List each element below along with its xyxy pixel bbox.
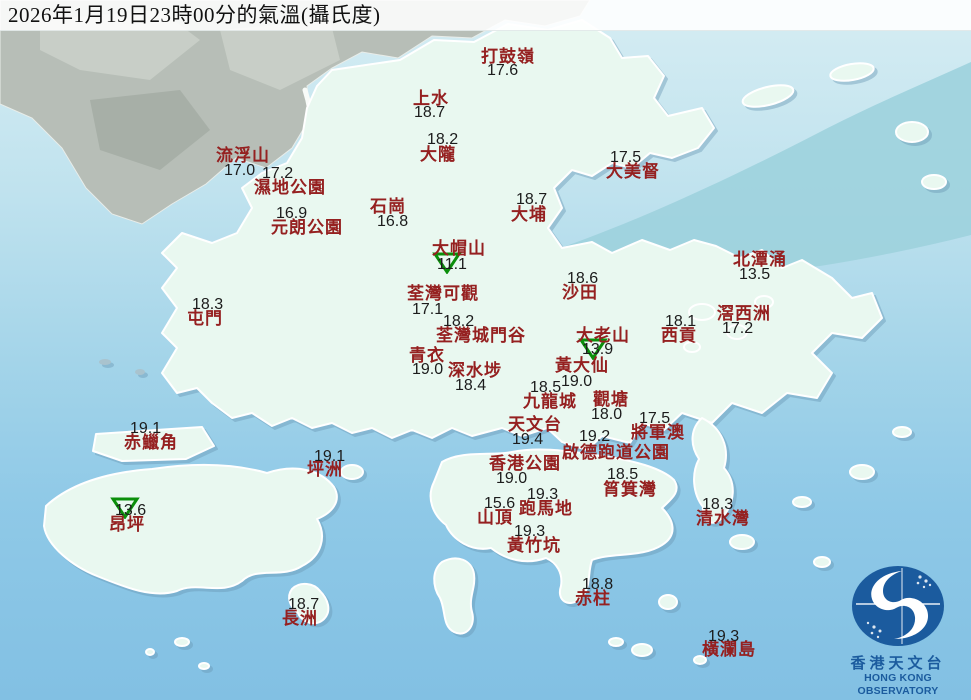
station-temperature: 18.7 — [516, 191, 548, 208]
station-temperature: 18.0 — [591, 406, 623, 423]
station-temperature: 17.5 — [610, 149, 642, 166]
hko-logo-icon — [852, 566, 944, 646]
station-temperature: 18.3 — [192, 296, 224, 313]
station-name: 大隴 — [420, 145, 456, 164]
station-temperature: 18.2 — [443, 313, 475, 330]
station-temperature: 19.0 — [496, 470, 528, 487]
station-temperature: 19.2 — [579, 428, 611, 445]
station-temperature: 18.5 — [607, 466, 639, 483]
station-temperature: 18.6 — [567, 270, 599, 287]
station-temperature: 13.9 — [582, 341, 614, 358]
station-name: 荃灣可觀 — [407, 284, 479, 303]
title-bar: 2026年1月19日23時00分的氣溫(攝氏度) — [0, 0, 971, 31]
station-temperature: 19.1 — [314, 448, 346, 465]
hko-logo-english-name: HONG KONG OBSERVATORY — [857, 672, 939, 697]
station-temperature: 18.1 — [665, 313, 697, 330]
station-temperature: 17.2 — [262, 165, 294, 182]
map-title: 2026年1月19日23時00分的氣溫(攝氏度) — [8, 3, 381, 27]
station-temperature: 18.8 — [582, 576, 614, 593]
station-temperature: 11.1 — [437, 256, 467, 273]
station-temperature: 13.5 — [739, 266, 771, 283]
station-name: 大帽山 — [432, 239, 486, 258]
station-temperature: 17.1 — [412, 301, 444, 318]
station-temperature: 19.1 — [130, 420, 162, 437]
station-temperature: 18.2 — [427, 131, 459, 148]
station-temperature: 18.4 — [455, 377, 487, 394]
land-lantau-island — [43, 463, 338, 595]
station-name: 筲箕灣 — [603, 480, 657, 499]
station-temperature: 18.7 — [414, 104, 446, 121]
station-temperature: 15.6 — [484, 495, 516, 512]
station-temperature: 19.3 — [514, 523, 546, 540]
station-temperature: 19.3 — [527, 486, 559, 503]
station-temperature: 18.7 — [288, 596, 320, 613]
station-temperature: 19.0 — [412, 361, 444, 378]
station-temperature: 13.6 — [115, 502, 147, 519]
station-temperature: 19.4 — [512, 431, 544, 448]
station-temperature: 17.2 — [722, 320, 754, 337]
station-temperature: 18.3 — [702, 496, 734, 513]
station-temperature: 17.5 — [639, 410, 671, 427]
station-temperature: 19.3 — [708, 628, 740, 645]
station-temperature: 17.0 — [224, 162, 256, 179]
station-temperature: 17.6 — [487, 62, 519, 79]
hko-logo: 香港天文台 HONG KONG OBSERVATORY — [827, 565, 969, 698]
station-name: 黃大仙 — [555, 356, 609, 375]
station-name: 啟德跑道公園 — [562, 443, 670, 462]
temperature-map: 2026年1月19日23時00分的氣溫(攝氏度) 打鼓嶺 17.6 上水 18.7 大隴… — [0, 0, 971, 700]
station-temperature: 18.5 — [530, 379, 562, 396]
station-temperature: 16.9 — [276, 205, 308, 222]
station-temperature: 16.8 — [377, 213, 409, 230]
land-lamma-island — [433, 557, 476, 635]
hong-kong-map — [0, 0, 971, 670]
hko-logo-chinese-name: 香港天文台 — [850, 656, 946, 672]
station-name: 大埔 — [511, 205, 547, 224]
station-temperature: 19.0 — [561, 373, 593, 390]
